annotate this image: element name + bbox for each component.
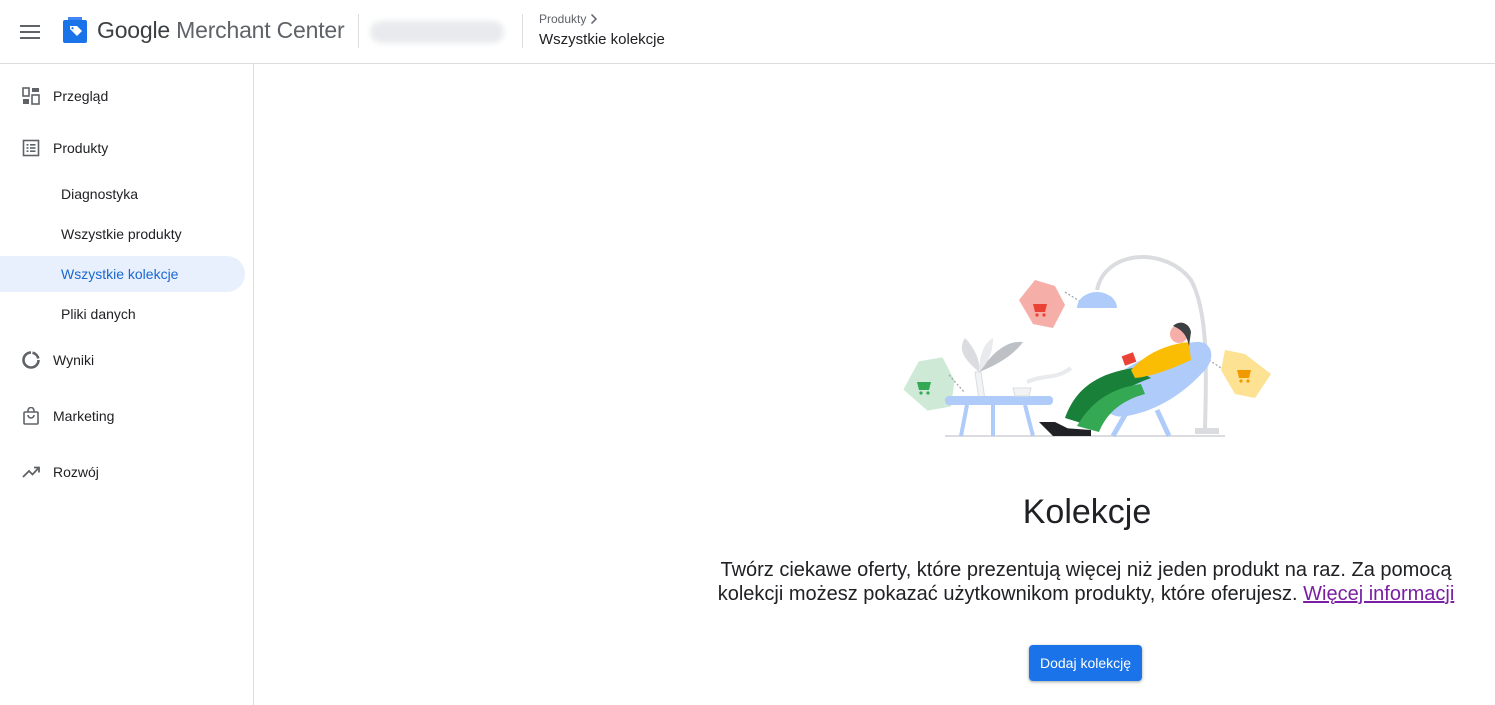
sidebar-item-label: Wszystkie produkty	[61, 226, 182, 242]
dashboard-icon	[22, 87, 40, 105]
breadcrumb-parent-label: Produkty	[539, 12, 587, 26]
account-switcher[interactable]	[370, 21, 504, 43]
shopping-tag-icon	[1019, 280, 1082, 328]
sidebar-item-overview[interactable]: Przegląd	[0, 78, 245, 114]
top-app-bar: Google Merchant Center Produkty Wszystki…	[0, 0, 1495, 64]
main-menu-button[interactable]	[12, 14, 48, 50]
sidebar-nav: Przegląd Produkty Diagnostyka Wszystkie …	[0, 64, 254, 705]
sidebar-item-label: Diagnostyka	[61, 186, 139, 202]
header-divider	[358, 14, 359, 48]
trending-up-icon	[22, 466, 40, 478]
empty-state-description: Twórz ciekawe oferty, które prezentują w…	[686, 558, 1486, 606]
chevron-right-icon	[591, 14, 598, 24]
sidebar-item-label: Przegląd	[53, 88, 109, 104]
donut-chart-icon	[22, 351, 40, 369]
shopping-bag-icon	[23, 407, 39, 425]
merchant-center-logo-icon	[63, 17, 87, 43]
sidebar-item-all-collections[interactable]: Wszystkie kolekcje	[0, 256, 245, 292]
sidebar-item-label: Wyniki	[53, 352, 95, 368]
person-reading-illustration	[1039, 322, 1212, 438]
collections-illustration	[903, 255, 1271, 438]
breadcrumb-parent-link[interactable]: Produkty	[539, 12, 598, 26]
learn-more-link[interactable]: Więcej informacji	[1303, 583, 1454, 605]
hamburger-menu-icon	[20, 25, 40, 39]
header-divider	[522, 14, 523, 48]
sidebar-item-feeds[interactable]: Pliki danych	[0, 296, 245, 332]
list-icon	[22, 139, 40, 157]
page-title: Wszystkie kolekcje	[539, 31, 665, 48]
sidebar-item-marketing[interactable]: Marketing	[0, 398, 245, 434]
shopping-tag-icon	[1208, 350, 1271, 398]
shopping-tag-icon	[903, 357, 966, 411]
sidebar-item-products[interactable]: Produkty	[0, 130, 245, 166]
sidebar-item-label: Produkty	[53, 140, 109, 156]
sidebar-item-label: Pliki danych	[61, 306, 136, 322]
sidebar-item-label: Marketing	[53, 408, 115, 424]
add-collection-button[interactable]: Dodaj kolekcję	[1029, 645, 1142, 681]
app-title-google: Google	[97, 17, 170, 43]
sidebar-item-all-products[interactable]: Wszystkie produkty	[0, 216, 245, 252]
sidebar-item-growth[interactable]: Rozwój	[0, 454, 245, 490]
empty-state-title: Kolekcje	[1022, 493, 1152, 531]
sidebar-item-label: Rozwój	[53, 464, 99, 480]
sidebar-item-label: Wszystkie kolekcje	[61, 266, 179, 282]
app-title-product: Merchant Center	[176, 17, 345, 43]
sidebar-item-diagnostics[interactable]: Diagnostyka	[0, 176, 245, 212]
sidebar-item-performance[interactable]: Wyniki	[0, 342, 245, 378]
app-title[interactable]: Google Merchant Center	[97, 17, 345, 44]
